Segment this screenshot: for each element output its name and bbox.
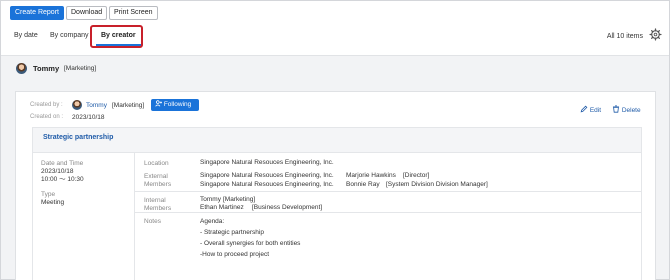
creator-dept: [Marketing] bbox=[64, 65, 97, 72]
edit-button[interactable]: Edit bbox=[580, 105, 601, 114]
report-body: Date and Time 2023/10/18 10:00 〜 10:30 T… bbox=[33, 152, 641, 280]
tab-by-company[interactable]: By company bbox=[50, 32, 89, 39]
internal-members-label: Members bbox=[144, 205, 172, 212]
external-members-label: External bbox=[144, 173, 168, 180]
tab-by-date[interactable]: By date bbox=[14, 32, 38, 39]
notes-line: Agenda: bbox=[200, 218, 225, 225]
date-value: 2023/10/18 bbox=[41, 168, 74, 175]
avatar bbox=[72, 100, 82, 110]
external-member-role: [System Division Division Manager] bbox=[386, 181, 488, 188]
row-divider bbox=[135, 191, 641, 192]
highlight-box bbox=[90, 25, 143, 48]
created-on-label: Created on : bbox=[30, 114, 64, 120]
type-value: Meeting bbox=[41, 199, 65, 206]
top-toolbar: Create Report Download Print Screen By d… bbox=[1, 1, 669, 56]
external-member-name[interactable]: Bonnie Ray bbox=[346, 181, 380, 189]
external-member-name[interactable]: Marjorie Hawkins bbox=[346, 172, 396, 180]
internal-member-name[interactable]: Tommy bbox=[200, 196, 221, 204]
report-detail-panel: Strategic partnership Date and Time 2023… bbox=[32, 127, 642, 280]
created-on-value: 2023/10/18 bbox=[72, 114, 105, 121]
notes-label: Notes bbox=[144, 218, 161, 225]
location-value[interactable]: Singapore Natural Resouces Engineering, … bbox=[200, 159, 334, 167]
following-button[interactable]: Following bbox=[151, 99, 199, 111]
download-button[interactable]: Download bbox=[66, 6, 108, 20]
location-label: Location bbox=[144, 160, 169, 167]
report-card: Created by : Tommy [Marketing] Following… bbox=[15, 91, 656, 280]
internal-member-name[interactable]: Ethan Martinez bbox=[200, 204, 244, 212]
following-label: Following bbox=[163, 101, 192, 108]
row-divider bbox=[135, 212, 641, 213]
items-count: All 10 items bbox=[606, 33, 643, 40]
internal-members-label: Internal bbox=[144, 197, 166, 204]
notes-line: - Overall synergies for both entities bbox=[200, 240, 301, 247]
report-title[interactable]: Strategic partnership bbox=[43, 134, 113, 141]
internal-member-role: [Marketing] bbox=[223, 196, 256, 203]
creator-name: Tommy bbox=[33, 64, 60, 73]
delete-button[interactable]: Delete bbox=[612, 105, 641, 114]
external-members-label: Members bbox=[144, 181, 172, 188]
notes-line: - Strategic partnership bbox=[200, 229, 264, 236]
create-report-button[interactable]: Create Report bbox=[10, 6, 64, 20]
type-label: Type bbox=[41, 191, 56, 198]
external-member-company[interactable]: Singapore Natural Resouces Engineering, … bbox=[200, 172, 334, 180]
date-time-label: Date and Time bbox=[41, 160, 84, 167]
creator-filter-bar: Tommy [Marketing] bbox=[1, 57, 669, 80]
edit-label: Edit bbox=[589, 107, 602, 114]
print-screen-button[interactable]: Print Screen bbox=[109, 6, 158, 20]
created-by-label: Created by : bbox=[30, 102, 63, 108]
pencil-icon bbox=[580, 105, 588, 113]
column-divider bbox=[134, 153, 135, 280]
time-value: 10:00 〜 10:30 bbox=[41, 176, 84, 183]
delete-label: Delete bbox=[621, 107, 641, 114]
external-member-company[interactable]: Singapore Natural Resouces Engineering, … bbox=[200, 181, 334, 189]
internal-member-role: [Business Development] bbox=[252, 204, 323, 211]
avatar bbox=[16, 63, 27, 74]
notes-line: -How to proceed project bbox=[200, 251, 270, 258]
created-by-dept: [Marketing] bbox=[112, 102, 145, 109]
user-add-icon bbox=[155, 100, 162, 107]
trash-icon bbox=[612, 105, 620, 113]
external-member-role: [Director] bbox=[403, 172, 430, 179]
app-frame: Create Report Download Print Screen By d… bbox=[0, 0, 670, 280]
gear-icon[interactable] bbox=[649, 28, 662, 41]
created-by-name[interactable]: Tommy bbox=[86, 102, 107, 109]
